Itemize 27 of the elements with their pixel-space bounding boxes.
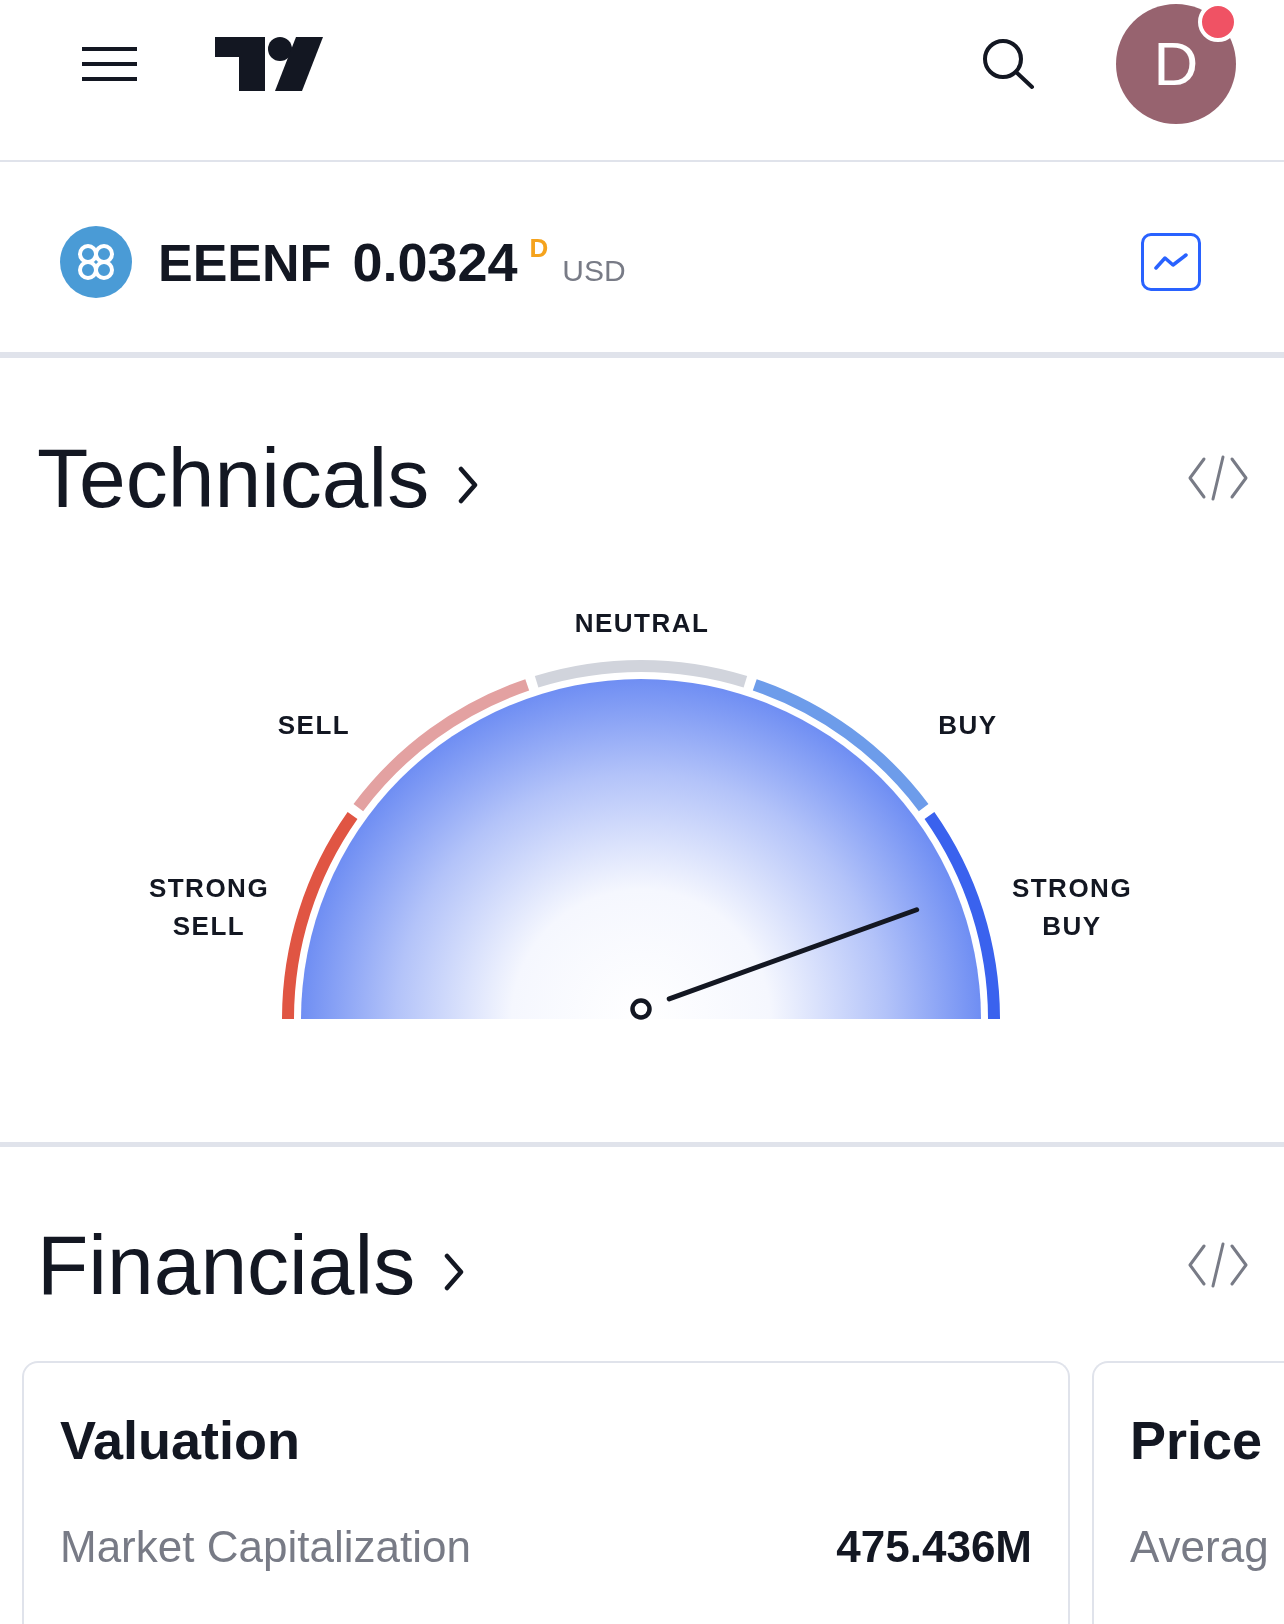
symbol-logo-icon: [60, 226, 132, 298]
gauge-label: STRONG BUY: [1011, 872, 1133, 943]
superscript-label: D: [529, 235, 549, 261]
gauge-label: STRONG SELL: [148, 872, 270, 943]
card-title: Valuation: [60, 1413, 301, 1467]
code-icon[interactable]: [1187, 455, 1249, 501]
menu-icon[interactable]: [82, 46, 137, 82]
metric-label: Averag: [1130, 1525, 1269, 1569]
gauge-label: NEUTRAL: [574, 607, 710, 640]
card-title: Price: [1130, 1413, 1263, 1467]
logo-icon[interactable]: [215, 37, 323, 91]
avatar-button[interactable]: D: [1116, 4, 1236, 124]
chart-button[interactable]: [1141, 233, 1201, 291]
metric-value: 475.436M: [836, 1525, 1032, 1569]
technicals-link[interactable]: Technicals: [37, 436, 479, 520]
gauge-label: SELL: [277, 709, 351, 742]
ticker-symbol: EEENF: [158, 237, 332, 289]
financials-link[interactable]: Financials: [37, 1223, 465, 1307]
search-icon[interactable]: [981, 37, 1036, 91]
chevron-right-icon: [458, 466, 479, 504]
price-value: 0.0324: [352, 235, 518, 289]
chevron-right-icon: [444, 1253, 465, 1291]
metric-label: Market Capitalization: [60, 1525, 471, 1569]
chart-line-icon: [1154, 252, 1188, 272]
currency-label: USD: [562, 256, 626, 286]
code-icon[interactable]: [1187, 1242, 1249, 1288]
gauge-label: BUY: [938, 709, 998, 742]
